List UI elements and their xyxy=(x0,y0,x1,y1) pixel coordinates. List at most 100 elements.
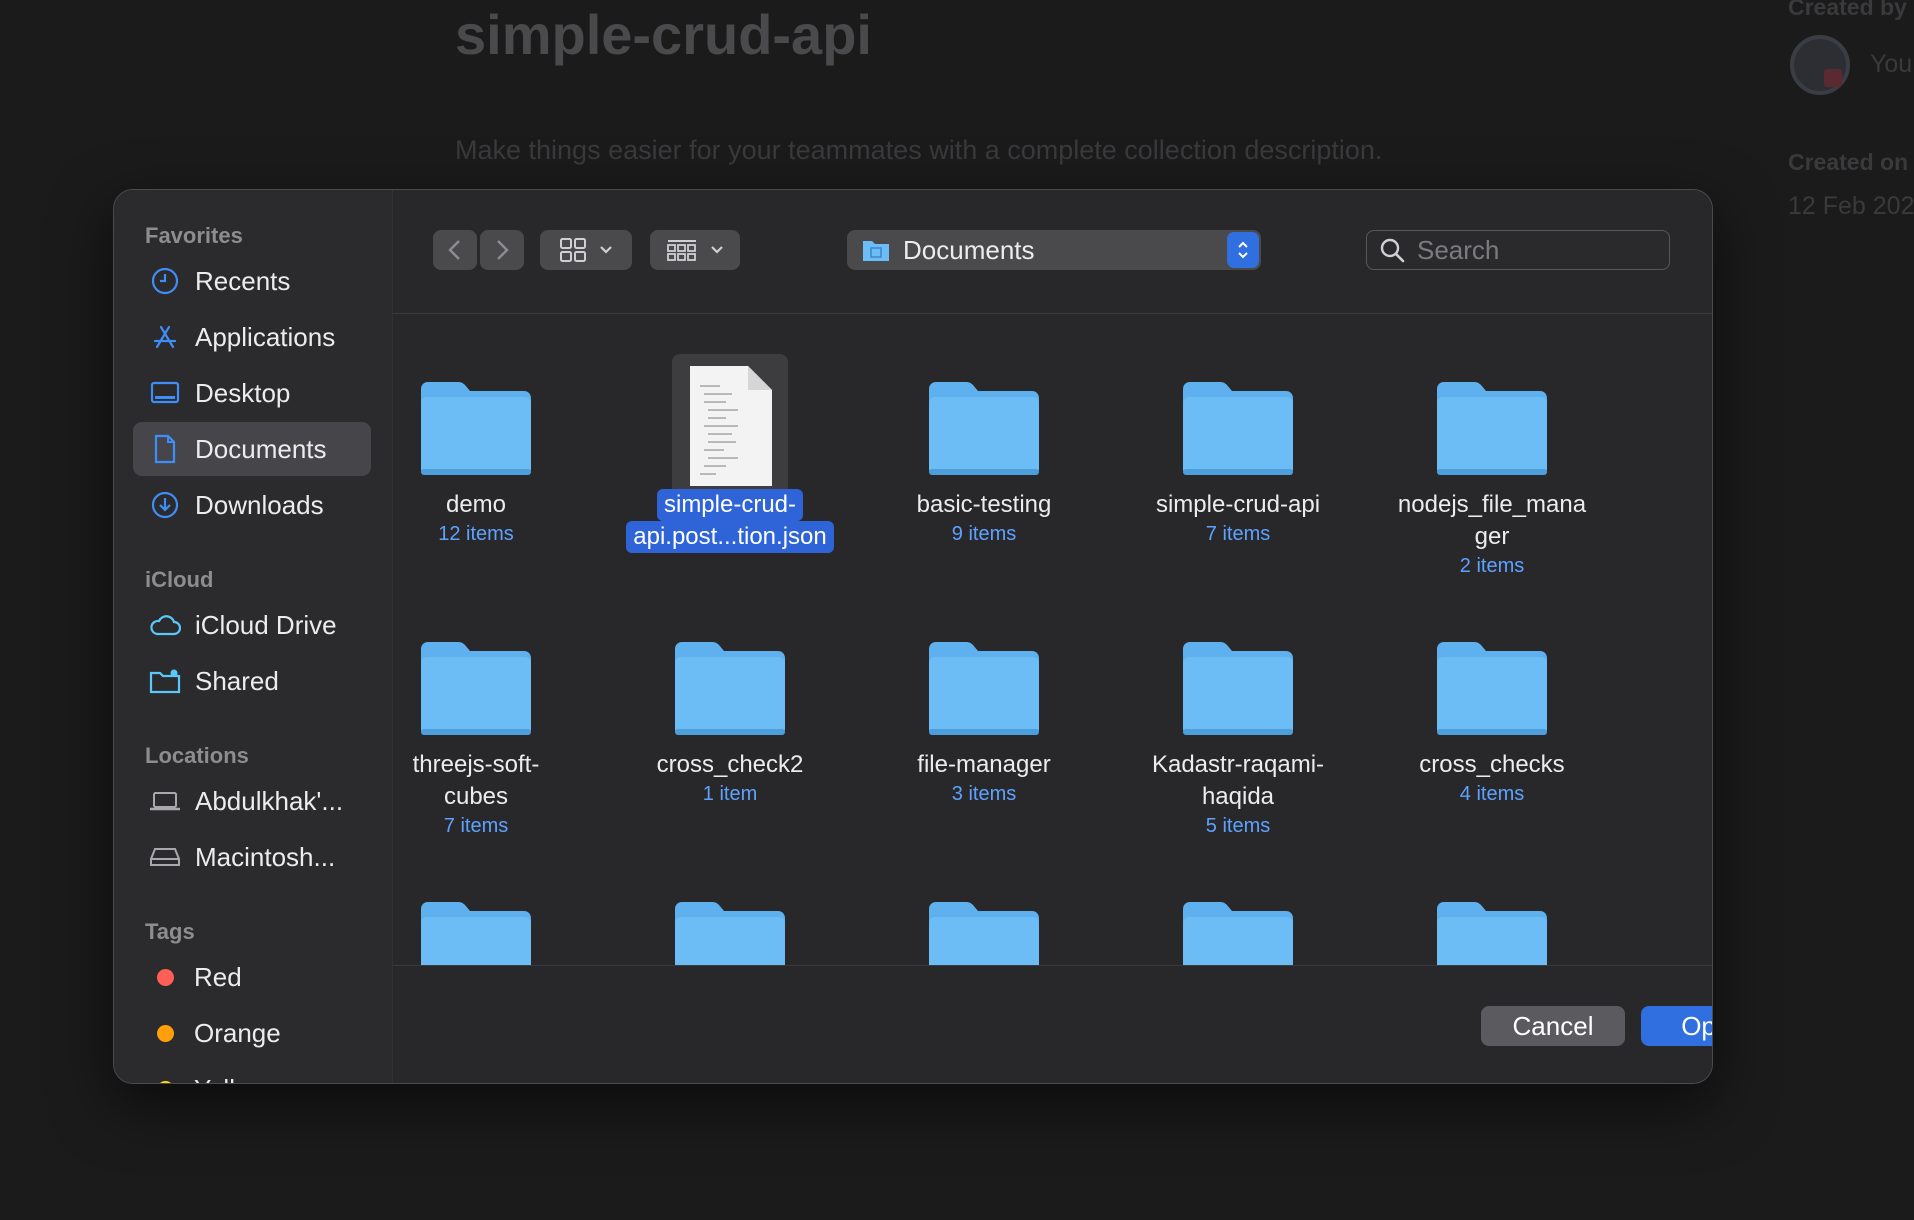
item-count: 2 items xyxy=(1459,555,1525,577)
folder-item[interactable] xyxy=(1377,844,1607,965)
sidebar-item-label: Abdulkhak'... xyxy=(195,785,344,816)
sidebar-item-label: iCloud Drive xyxy=(195,609,337,640)
open-button[interactable]: Open xyxy=(1641,1006,1712,1046)
folder-icon xyxy=(1179,897,1297,965)
folder-item[interactable]: cross_checks 4 items xyxy=(1377,584,1607,824)
search-icon xyxy=(1380,238,1405,263)
folder-item[interactable]: cross_check2 1 item xyxy=(615,584,845,824)
folder-icon xyxy=(671,637,789,742)
search-field[interactable] xyxy=(1366,230,1670,270)
item-count: 3 items xyxy=(951,783,1017,805)
tags-header: Tags xyxy=(145,919,195,944)
icon-grid-icon xyxy=(560,238,586,262)
favorites-header: Favorites xyxy=(145,223,243,248)
sidebar-tag-yellow[interactable]: Yellow xyxy=(133,1062,371,1083)
chevron-right-icon xyxy=(497,240,509,260)
laptop-icon xyxy=(148,784,182,818)
sidebar-item-label: Red xyxy=(194,961,242,992)
chevron-left-icon xyxy=(448,240,460,260)
chevron-down-icon xyxy=(600,246,612,254)
file-browser: Documents demo 12 items simple-crud-api.p… xyxy=(393,190,1712,1083)
view-mode-button[interactable] xyxy=(540,230,632,270)
sidebar-tag-red[interactable]: Red xyxy=(133,950,371,1004)
item-count: 12 items xyxy=(438,523,514,545)
sidebar-item-label: Desktop xyxy=(195,377,291,408)
yellow-tag-dot-icon xyxy=(157,1080,174,1083)
folder-item[interactable]: basic-testing 9 items xyxy=(869,324,1099,564)
selected-name-line: api.post...tion.json xyxy=(626,521,834,553)
red-tag-dot-icon xyxy=(157,968,174,986)
folder-item[interactable]: threejs-soft-cubes 7 items xyxy=(393,584,591,837)
item-name: cross_check2 xyxy=(656,751,804,778)
folder-icon xyxy=(417,637,535,742)
item-name: Kadastr-raqami-haqida xyxy=(1151,751,1325,810)
sidebar-item-downloads[interactable]: Downloads xyxy=(133,478,371,532)
chevron-down-icon xyxy=(711,246,723,254)
folder-icon xyxy=(1433,637,1551,742)
folder-item[interactable]: demo 12 items xyxy=(393,324,591,564)
cancel-button[interactable]: Cancel xyxy=(1481,1006,1625,1046)
folder-item[interactable]: Kadastr-raqami-haqida 5 items xyxy=(1123,584,1353,837)
sidebar-item-label: Yellow xyxy=(194,1074,268,1084)
created-by-label: Created by xyxy=(1788,0,1907,20)
open-file-dialog: Favorites Recents Applications Desktop D… xyxy=(113,189,1713,1084)
icloud-header: iCloud xyxy=(145,567,214,592)
selected-name-line: simple-crud- xyxy=(656,489,804,521)
item-count: 1 item xyxy=(702,783,758,805)
item-count: 9 items xyxy=(951,523,1017,545)
created-on-value: 12 Feb 202 xyxy=(1788,192,1914,220)
sidebar-item-label: Applications xyxy=(195,321,336,352)
sidebar-item-shared[interactable]: Shared xyxy=(133,654,371,708)
file-item[interactable]: simple-crud-api.post...tion.json xyxy=(615,324,845,564)
file-grid: demo 12 items simple-crud-api.post...tion… xyxy=(393,314,1712,965)
current-folder-label: Documents xyxy=(903,234,1035,265)
item-name: file-manager xyxy=(917,751,1051,778)
sidebar-item-documents[interactable]: Documents xyxy=(133,422,371,476)
folder-icon xyxy=(925,377,1043,482)
item-name: nodejs_file_mana ger xyxy=(1397,491,1587,550)
created-by-user: You xyxy=(1870,50,1913,78)
folder-item[interactable]: nodejs_file_mana ger 2 items xyxy=(1377,324,1607,577)
item-count: 7 items xyxy=(443,815,509,837)
sidebar-item-macbook[interactable]: Abdulkhak'... xyxy=(133,774,371,828)
shared-folder-icon xyxy=(148,664,182,698)
item-name: threejs-soft-cubes xyxy=(412,751,540,810)
dialog-footer: Cancel Open xyxy=(393,965,1712,1083)
drive-icon xyxy=(148,840,182,874)
search-input[interactable] xyxy=(1415,233,1659,267)
sidebar-item-applications[interactable]: Applications xyxy=(133,310,371,364)
folder-icon xyxy=(417,897,535,965)
item-count: 7 items xyxy=(1205,523,1271,545)
folder-icon xyxy=(1179,377,1297,482)
item-name: demo xyxy=(445,491,507,518)
sidebar-tag-orange[interactable]: Orange xyxy=(133,1006,371,1060)
sidebar-item-desktop[interactable]: Desktop xyxy=(133,366,371,420)
folder-item[interactable]: file-manager 3 items xyxy=(869,584,1099,824)
group-by-button[interactable] xyxy=(650,230,740,270)
back-button[interactable] xyxy=(433,230,477,270)
download-icon xyxy=(148,488,182,522)
sidebar-item-label: Shared xyxy=(195,665,279,696)
sidebar-item-label: Recents xyxy=(195,265,291,296)
sidebar-item-recents[interactable]: Recents xyxy=(133,254,371,308)
folder-icon xyxy=(925,637,1043,742)
folder-icon xyxy=(1433,897,1551,965)
item-name: cross_checks xyxy=(1419,751,1565,778)
sidebar-item-icloud-drive[interactable]: iCloud Drive xyxy=(133,598,371,652)
location-popup[interactable]: Documents xyxy=(847,230,1261,270)
cloud-icon xyxy=(148,608,182,642)
item-name: simple-crud-api.post...tion.json xyxy=(615,489,845,553)
sidebar: Favorites Recents Applications Desktop D… xyxy=(114,190,393,1083)
sidebar-item-macintosh-hd[interactable]: Macintosh... xyxy=(133,830,371,884)
folder-item[interactable] xyxy=(615,844,845,965)
forward-button[interactable] xyxy=(480,230,524,270)
folder-item[interactable] xyxy=(869,844,1099,965)
created-on-label: Created on xyxy=(1788,149,1909,175)
json-file-icon xyxy=(686,364,774,493)
updown-chevron-icon xyxy=(1227,232,1259,268)
folder-item[interactable] xyxy=(393,844,591,965)
sidebar-item-label: Orange xyxy=(194,1017,281,1048)
folder-item[interactable] xyxy=(1123,844,1353,965)
item-name: basic-testing xyxy=(916,491,1052,518)
folder-item[interactable]: simple-crud-api 7 items xyxy=(1123,324,1353,564)
